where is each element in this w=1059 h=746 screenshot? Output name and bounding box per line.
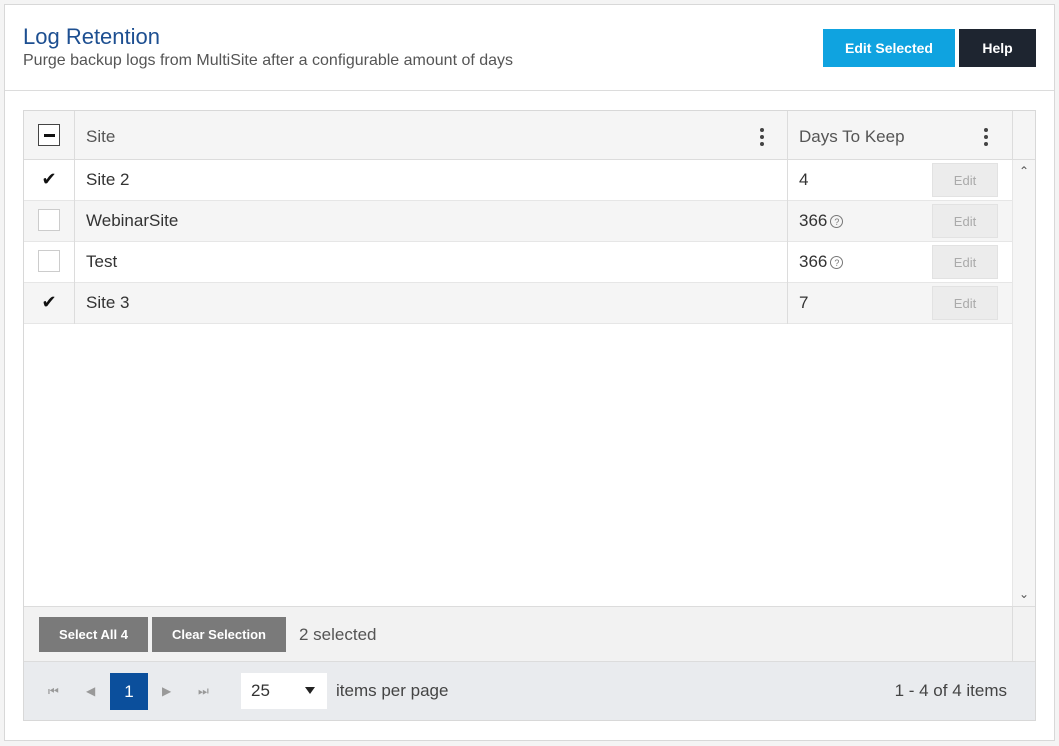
pager-info: 1 - 4 of 4 items bbox=[894, 681, 1007, 700]
column-divider bbox=[1012, 607, 1013, 661]
panel-header: Log Retention Purge backup logs from Mul… bbox=[5, 5, 1054, 91]
chevron-down-icon[interactable]: ⌄ bbox=[1018, 588, 1030, 600]
select-all-checkbox[interactable] bbox=[38, 124, 60, 146]
caret-down-icon bbox=[305, 687, 315, 694]
clear-selection-button[interactable]: Clear Selection bbox=[152, 617, 286, 652]
sites-grid: Site Days To Keep ✔ Site 2 4 Edit Webina… bbox=[23, 110, 1036, 721]
column-divider bbox=[74, 242, 75, 283]
page-subtitle: Purge backup logs from MultiSite after a… bbox=[23, 52, 514, 69]
column-divider bbox=[787, 283, 788, 324]
cell-days: 7 bbox=[799, 293, 808, 313]
indeterminate-icon bbox=[43, 133, 55, 137]
selected-count: 2 selected bbox=[299, 625, 377, 644]
column-divider bbox=[787, 160, 788, 201]
table-row[interactable]: ✔ Site 2 4 Edit bbox=[24, 160, 1012, 201]
page-size-select[interactable]: 25 bbox=[241, 673, 327, 709]
current-page-button[interactable]: 1 bbox=[110, 673, 148, 710]
days-value: 4 bbox=[799, 170, 809, 189]
vertical-scrollbar[interactable]: ⌃ ⌄ bbox=[1012, 160, 1035, 606]
row-edit-button[interactable]: Edit bbox=[932, 204, 998, 238]
days-column-menu-icon[interactable] bbox=[984, 128, 988, 146]
last-page-icon[interactable]: ⏭ bbox=[198, 684, 209, 699]
column-divider bbox=[787, 111, 788, 160]
previous-page-icon[interactable]: ◀ bbox=[86, 684, 95, 698]
cell-days: 4 bbox=[799, 170, 808, 190]
row-edit-button[interactable]: Edit bbox=[932, 245, 998, 279]
page-title: Log Retention bbox=[23, 24, 160, 49]
column-divider bbox=[74, 283, 75, 324]
table-row[interactable]: Test 366? Edit bbox=[24, 242, 1012, 283]
select-all-button[interactable]: Select All 4 bbox=[39, 617, 148, 652]
row-checkbox[interactable] bbox=[38, 209, 60, 231]
column-divider bbox=[74, 160, 75, 201]
question-circle-icon[interactable]: ? bbox=[830, 215, 844, 228]
column-divider bbox=[787, 242, 788, 283]
log-retention-panel: Log Retention Purge backup logs from Mul… bbox=[4, 4, 1055, 741]
column-divider bbox=[74, 201, 75, 242]
selection-toolbar: Select All 4 Clear Selection 2 selected bbox=[24, 606, 1035, 662]
items-per-page-label: items per page bbox=[336, 681, 449, 700]
cell-site: Site 3 bbox=[86, 293, 130, 312]
help-button[interactable]: Help bbox=[959, 29, 1036, 67]
row-checkbox[interactable]: ✔ bbox=[38, 168, 60, 190]
page-size-value: 25 bbox=[251, 681, 270, 700]
site-column-menu-icon[interactable] bbox=[760, 128, 764, 146]
row-checkbox[interactable]: ✔ bbox=[38, 291, 60, 313]
question-circle-icon[interactable]: ? bbox=[830, 256, 844, 269]
edit-selected-button[interactable]: Edit Selected bbox=[823, 29, 955, 67]
pager: ⏮ ◀ 1 ▶ ⏭ 25 items per page 1 - 4 of 4 i… bbox=[24, 662, 1035, 720]
row-edit-button[interactable]: Edit bbox=[932, 286, 998, 320]
column-divider bbox=[787, 201, 788, 242]
column-divider bbox=[1012, 111, 1013, 160]
cell-site: Site 2 bbox=[86, 170, 130, 189]
checkmark-icon: ✔ bbox=[41, 168, 57, 189]
row-checkbox[interactable] bbox=[38, 250, 60, 272]
days-value: 366 bbox=[799, 252, 828, 271]
column-divider bbox=[74, 111, 75, 160]
table-row[interactable]: ✔ Site 3 7 Edit bbox=[24, 283, 1012, 324]
cell-days: 366? bbox=[799, 211, 844, 231]
row-edit-button[interactable]: Edit bbox=[932, 163, 998, 197]
table-row[interactable]: WebinarSite 366? Edit bbox=[24, 201, 1012, 242]
cell-site: Test bbox=[86, 252, 118, 271]
days-value: 7 bbox=[799, 293, 809, 312]
column-header-days-to-keep[interactable]: Days To Keep bbox=[799, 127, 905, 147]
checkmark-icon: ✔ bbox=[41, 291, 57, 312]
column-header-site[interactable]: Site bbox=[86, 127, 115, 147]
days-value: 366 bbox=[799, 211, 828, 230]
chevron-up-icon[interactable]: ⌃ bbox=[1018, 165, 1030, 177]
cell-site: WebinarSite bbox=[86, 211, 179, 230]
first-page-icon[interactable]: ⏮ bbox=[48, 684, 59, 699]
grid-header: Site Days To Keep bbox=[24, 111, 1035, 160]
next-page-icon[interactable]: ▶ bbox=[162, 684, 171, 698]
cell-days: 366? bbox=[799, 252, 844, 272]
